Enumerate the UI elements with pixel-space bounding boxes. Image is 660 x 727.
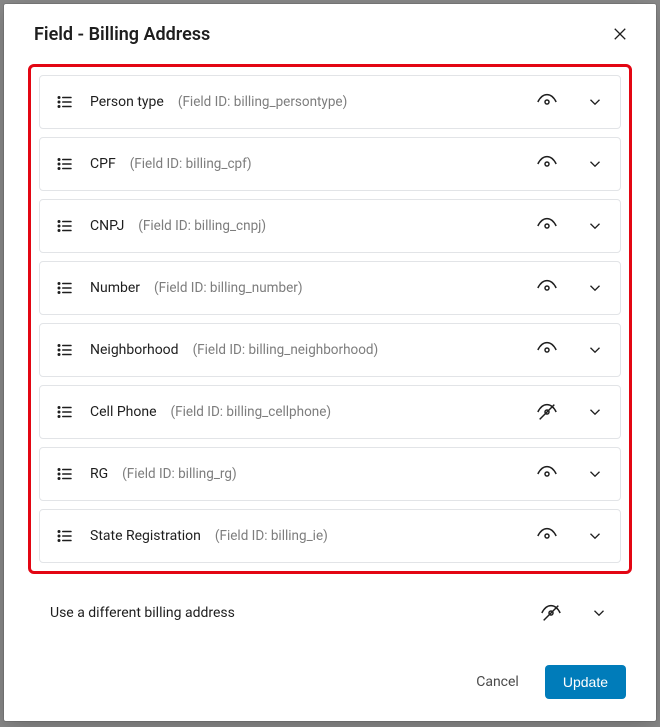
field-id: (Field ID: billing_cpf) [130,156,252,172]
drag-handle[interactable] [54,401,76,423]
eye-icon [536,277,558,299]
expand-toggle[interactable] [584,91,606,113]
field-id: (Field ID: billing_number) [154,280,303,296]
visibility-toggle[interactable] [536,215,558,237]
modal-footer: Cancel Update [4,651,656,721]
list-icon [56,155,74,173]
expand-toggle[interactable] [584,215,606,237]
field-row[interactable]: Number (Field ID: billing_number) [39,261,621,315]
extra-row-label: Use a different billing address [50,605,235,621]
eye-icon [536,91,558,113]
modal-header: Field - Billing Address [4,4,656,56]
close-button[interactable] [608,22,632,46]
drag-handle[interactable] [54,91,76,113]
field-row[interactable]: State Registration (Field ID: billing_ie) [39,509,621,563]
field-id: (Field ID: billing_neighborhood) [193,342,379,358]
modal-body: Person type (Field ID: billing_persontype… [4,56,656,651]
modal-title: Field - Billing Address [34,24,210,45]
eye-off-icon [536,401,558,423]
chevron-down-icon [586,93,604,111]
eye-off-icon [540,602,562,624]
chevron-down-icon [586,465,604,483]
expand-toggle[interactable] [584,525,606,547]
eye-icon [536,153,558,175]
expand-toggle[interactable] [584,339,606,361]
field-row[interactable]: Neighborhood (Field ID: billing_neighborh… [39,323,621,377]
fields-highlight: Person type (Field ID: billing_persontype… [28,64,632,574]
visibility-toggle[interactable] [536,525,558,547]
drag-handle[interactable] [54,153,76,175]
list-icon [56,341,74,359]
drag-handle[interactable] [54,463,76,485]
drag-handle[interactable] [54,215,76,237]
chevron-down-icon [586,217,604,235]
chevron-down-icon [586,341,604,359]
expand-toggle[interactable] [584,463,606,485]
field-row[interactable]: Person type (Field ID: billing_persontype… [39,75,621,129]
eye-icon [536,463,558,485]
list-icon [56,403,74,421]
update-button[interactable]: Update [545,665,626,699]
extra-row[interactable]: Use a different billing address [36,586,624,640]
list-icon [56,217,74,235]
field-label: Person type [90,94,164,110]
expand-toggle[interactable] [584,277,606,299]
list-icon [56,527,74,545]
chevron-down-icon [586,403,604,421]
field-label: Neighborhood [90,342,179,358]
field-row[interactable]: Cell Phone (Field ID: billing_cellphone) [39,385,621,439]
field-row[interactable]: CNPJ (Field ID: billing_cnpj) [39,199,621,253]
field-id: (Field ID: billing_rg) [122,466,237,482]
field-label: CNPJ [90,218,124,234]
visibility-toggle[interactable] [536,401,558,423]
chevron-down-icon [586,155,604,173]
field-row[interactable]: RG (Field ID: billing_rg) [39,447,621,501]
visibility-toggle[interactable] [540,602,562,624]
drag-handle[interactable] [54,339,76,361]
close-icon [611,25,629,43]
field-id: (Field ID: billing_cnpj) [138,218,266,234]
chevron-down-icon [590,604,608,622]
drag-handle[interactable] [54,525,76,547]
eye-icon [536,215,558,237]
chevron-down-icon [586,527,604,545]
expand-toggle[interactable] [584,153,606,175]
field-label: RG [90,466,108,482]
field-id: (Field ID: billing_cellphone) [171,404,332,420]
expand-toggle[interactable] [584,401,606,423]
field-label: Number [90,280,140,296]
eye-icon [536,525,558,547]
field-row[interactable]: CPF (Field ID: billing_cpf) [39,137,621,191]
chevron-down-icon [586,279,604,297]
field-label: Cell Phone [90,404,157,420]
expand-toggle[interactable] [588,602,610,624]
field-id: (Field ID: billing_ie) [215,528,328,544]
drag-handle[interactable] [54,277,76,299]
list-icon [56,465,74,483]
list-icon [56,279,74,297]
visibility-toggle[interactable] [536,463,558,485]
field-label: State Registration [90,528,201,544]
visibility-toggle[interactable] [536,153,558,175]
eye-icon [536,339,558,361]
field-label: CPF [90,156,116,172]
field-modal: Field - Billing Address Person type (Fiel… [4,4,656,721]
visibility-toggle[interactable] [536,339,558,361]
cancel-button[interactable]: Cancel [472,666,523,698]
visibility-toggle[interactable] [536,277,558,299]
field-id: (Field ID: billing_persontype) [178,94,347,110]
visibility-toggle[interactable] [536,91,558,113]
list-icon [56,93,74,111]
